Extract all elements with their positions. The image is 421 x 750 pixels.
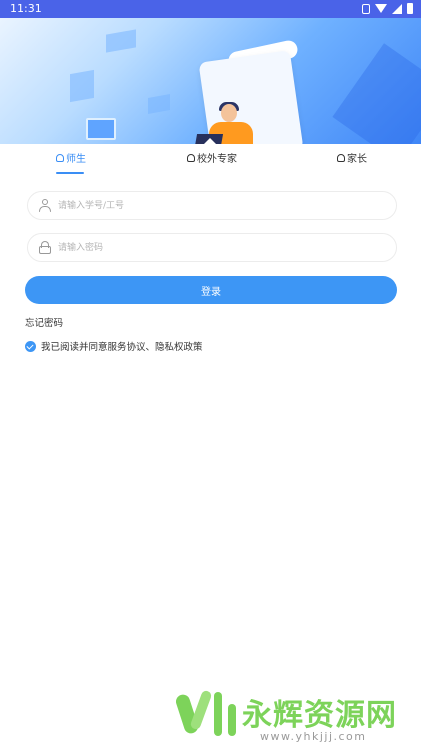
tab-label: 校外专家 bbox=[197, 154, 237, 165]
active-tab-underline bbox=[56, 172, 84, 174]
banner-shape bbox=[106, 29, 136, 53]
username-input[interactable] bbox=[58, 192, 388, 219]
banner-shape bbox=[70, 69, 94, 103]
person-icon bbox=[337, 153, 345, 162]
agreement-checkbox[interactable] bbox=[25, 340, 36, 352]
username-field[interactable] bbox=[27, 191, 397, 220]
tab-indicator-notch bbox=[203, 138, 217, 144]
signal-icon bbox=[392, 3, 402, 14]
agreement-label: 我已阅读并同意服务协议、隐私权政策 bbox=[41, 342, 203, 353]
tab-label: 家长 bbox=[347, 154, 367, 165]
battery-icon bbox=[407, 3, 413, 14]
tab-label: 师生 bbox=[66, 154, 86, 165]
login-button[interactable]: 登录 bbox=[25, 276, 397, 304]
hero-banner bbox=[0, 18, 421, 144]
watermark-name: 永辉资源网 bbox=[242, 698, 397, 733]
person-icon bbox=[56, 153, 64, 162]
user-icon bbox=[39, 199, 51, 212]
password-field[interactable] bbox=[27, 233, 397, 262]
spreadsheet-icon bbox=[86, 118, 116, 140]
status-bar: 11:31 bbox=[0, 0, 421, 18]
illustration-person-head bbox=[221, 104, 237, 122]
person-icon bbox=[187, 153, 195, 162]
status-icons bbox=[362, 3, 413, 14]
lock-icon bbox=[39, 241, 51, 254]
tab-external-expert[interactable]: 校外专家 bbox=[187, 150, 237, 165]
watermark: 永辉资源网 www.yhkjjj.com bbox=[172, 684, 412, 746]
watermark-logo-icon bbox=[174, 689, 236, 740]
tab-parent[interactable]: 家长 bbox=[337, 150, 367, 165]
watermark-url: www.yhkjjj.com bbox=[260, 730, 367, 743]
tab-teacher-student[interactable]: 师生 bbox=[56, 150, 86, 165]
password-input[interactable] bbox=[58, 234, 388, 261]
banner-shape bbox=[148, 94, 170, 114]
agreement-row[interactable]: 我已阅读并同意服务协议、隐私权政策 bbox=[25, 339, 203, 353]
vibrate-icon bbox=[362, 3, 370, 14]
login-type-tabs: 师生 校外专家 家长 bbox=[0, 146, 421, 176]
forgot-password-link[interactable]: 忘记密码 bbox=[25, 315, 63, 329]
status-time: 11:31 bbox=[10, 2, 42, 15]
wifi-icon bbox=[375, 4, 387, 13]
banner-shape bbox=[332, 43, 421, 144]
